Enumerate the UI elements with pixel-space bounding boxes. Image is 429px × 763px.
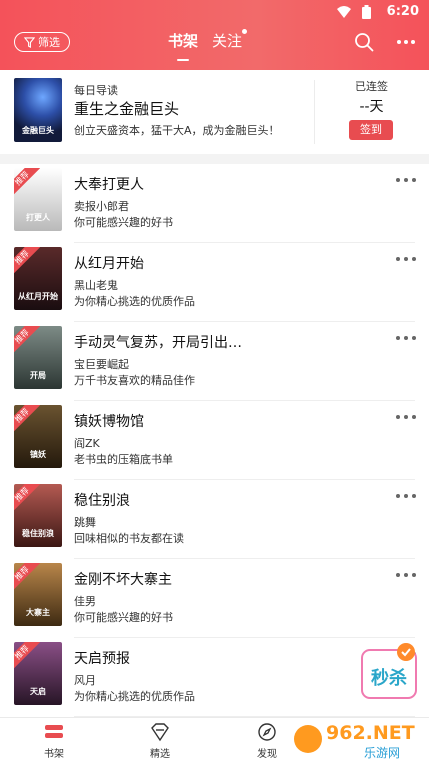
book-row[interactable]: 推荐 稳住别浪 稳住别浪 跳舞 回味相似的书友都在读	[0, 480, 429, 559]
book-row[interactable]: 推荐 从红月开始 从红月开始 黑山老鬼 为你精心挑选的优质作品	[0, 243, 429, 322]
daily-book-description: 创立天盛资本，猛干大A，成为金融巨头！	[74, 124, 280, 137]
tab-bookshelf[interactable]: 书架	[168, 30, 199, 61]
status-bar: 6:20	[0, 0, 429, 26]
nav-bookshelf[interactable]: 书架	[24, 722, 84, 760]
book-title[interactable]: 镇妖博物馆	[74, 411, 144, 431]
more-options-icon[interactable]	[395, 492, 417, 500]
more-icon[interactable]	[396, 32, 416, 52]
book-cover[interactable]: 推荐 稳住别浪	[14, 484, 62, 547]
book-author: 跳舞	[74, 516, 96, 529]
nav-discover-label: 发现	[257, 749, 277, 760]
recommend-badge: 推荐	[14, 642, 41, 671]
nav-discover[interactable]: 发现	[237, 722, 297, 760]
battery-icon	[362, 5, 371, 19]
book-row[interactable]: 推荐 打更人 大奉打更人 卖报小郎君 你可能感兴趣的好书	[0, 164, 429, 243]
recommend-badge: 推荐	[14, 326, 41, 355]
book-cover[interactable]: 推荐 打更人	[14, 168, 62, 231]
more-options-icon[interactable]	[395, 413, 417, 421]
book-recommend-reason: 你可能感兴趣的好书	[74, 216, 173, 229]
book-author: 风月	[74, 674, 96, 687]
nav-bookshelf-label: 书架	[44, 749, 64, 760]
recommend-badge: 推荐	[14, 484, 41, 513]
book-cover[interactable]: 推荐 从红月开始	[14, 247, 62, 310]
book-author: 卖报小郎君	[74, 200, 129, 213]
book-row[interactable]: 推荐 镇妖 镇妖博物馆 阎ZK 老书虫的压箱底书单	[0, 401, 429, 480]
daily-label: 每日导读	[74, 84, 118, 97]
book-title[interactable]: 从红月开始	[74, 253, 144, 273]
bookshelf-icon	[45, 725, 63, 738]
search-icon[interactable]	[354, 32, 374, 52]
book-title[interactable]: 金刚不坏大寨主	[74, 569, 172, 589]
more-options-icon[interactable]	[395, 255, 417, 263]
book-recommend-reason: 老书虫的压箱底书单	[74, 453, 173, 466]
book-row[interactable]: 推荐 开局 手动灵气复苏，开局引出… 宝巨要崛起 万千书友喜欢的精品佳作	[0, 322, 429, 401]
filter-label: 筛选	[38, 36, 60, 49]
book-cover-text: 从红月开始	[18, 292, 58, 301]
filter-icon	[24, 36, 35, 48]
wifi-icon	[337, 6, 351, 18]
book-title[interactable]: 大奉打更人	[74, 174, 144, 194]
daily-book-title[interactable]: 重生之金融巨头	[74, 98, 179, 119]
recommend-badge: 推荐	[14, 168, 41, 197]
book-recommend-reason: 万千书友喜欢的精品佳作	[74, 374, 195, 387]
daily-reading-card[interactable]: 金融巨头 每日导读 重生之金融巨头 创立天盛资本，猛干大A，成为金融巨头！ 已连…	[0, 70, 429, 154]
watermark-text: 962.NET	[326, 722, 415, 744]
book-cover-text: 开局	[30, 371, 46, 380]
checkin-button[interactable]: 签到	[349, 120, 393, 140]
recommend-badge: 推荐	[14, 405, 41, 434]
book-title[interactable]: 天启预报	[74, 648, 130, 668]
filter-button[interactable]: 筛选	[14, 32, 70, 52]
book-cover[interactable]: 推荐 开局	[14, 326, 62, 389]
section-gap	[0, 154, 429, 164]
book-row[interactable]: 推荐 大寨主 金刚不坏大寨主 佳男 你可能感兴趣的好书	[0, 559, 429, 638]
daily-book-cover[interactable]: 金融巨头	[14, 78, 62, 142]
tab-follow-label: 关注	[212, 32, 243, 50]
diamond-icon	[151, 723, 169, 742]
book-author: 阎ZK	[74, 437, 100, 450]
book-author: 佳男	[74, 595, 96, 608]
tab-bookshelf-label: 书架	[168, 32, 199, 50]
header-tabs: 书架 关注	[168, 29, 248, 61]
nav-featured-label: 精选	[150, 749, 170, 760]
recommend-badge: 推荐	[14, 563, 41, 592]
book-recommend-reason: 你可能感兴趣的好书	[74, 611, 173, 624]
watermark-logo: 962.NET 乐游网	[290, 719, 425, 760]
book-recommend-reason: 回味相似的书友都在读	[74, 532, 184, 545]
book-author: 黑山老鬼	[74, 279, 118, 292]
book-cover-text: 镇妖	[30, 450, 46, 459]
more-options-icon[interactable]	[395, 571, 417, 579]
book-cover-text: 天启	[30, 687, 46, 696]
flash-sale-badge[interactable]: 秒杀	[358, 640, 420, 706]
book-cover-text: 打更人	[26, 213, 50, 222]
compass-icon	[258, 723, 276, 741]
book-recommend-reason: 为你精心挑选的优质作品	[74, 690, 195, 703]
book-cover-text: 大寨主	[26, 608, 50, 617]
book-cover[interactable]: 推荐 大寨主	[14, 563, 62, 626]
daily-cover-text: 金融巨头	[22, 126, 54, 135]
more-options-icon[interactable]	[395, 176, 417, 184]
book-recommend-reason: 为你精心挑选的优质作品	[74, 295, 195, 308]
nav-featured[interactable]: 精选	[130, 722, 190, 760]
app-header: 6:20 筛选 书架 关注	[0, 0, 429, 70]
book-title[interactable]: 稳住别浪	[74, 490, 130, 510]
more-options-icon[interactable]	[395, 334, 417, 342]
book-cover-text: 稳住别浪	[22, 529, 54, 538]
book-title[interactable]: 手动灵气复苏，开局引出…	[74, 332, 242, 352]
signed-label: 已连签	[355, 80, 388, 93]
book-cover[interactable]: 推荐 天启	[14, 642, 62, 705]
status-time: 6:20	[386, 4, 419, 19]
book-author: 宝巨要崛起	[74, 358, 129, 371]
tab-follow[interactable]: 关注	[212, 29, 248, 57]
notification-dot	[242, 29, 248, 34]
watermark-subtext: 乐游网	[364, 746, 400, 760]
signed-days: --天	[359, 99, 384, 115]
recommend-badge: 推荐	[14, 247, 41, 276]
flash-sale-label: 秒杀	[371, 667, 407, 689]
book-cover[interactable]: 推荐 镇妖	[14, 405, 62, 468]
